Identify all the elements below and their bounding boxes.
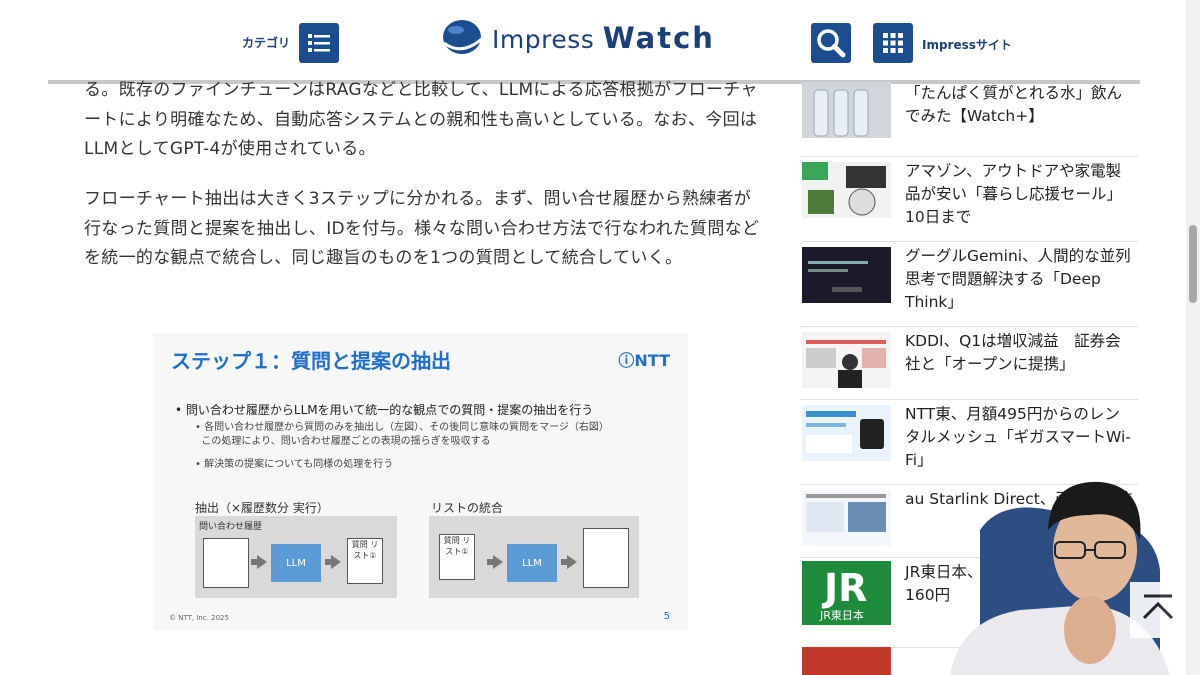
question-list-doc: 質問 リスト① [439,534,475,580]
back-to-top-button[interactable] [1130,582,1186,638]
article-thumbnail [802,405,891,461]
llm-box: LLM [507,544,557,582]
sidebar-article[interactable]: グーグルGemini、人間的な並列思考で問題解決する「Deep Think」 [801,241,1138,327]
arrow-head-icon [567,555,577,569]
arrow-head-icon [257,555,267,569]
article-paragraph-2: フローチャート抽出は大きく3ステップに分かれる。まず、問い合せ履歴から熟練者が行… [84,189,760,268]
slide-footer: © NTT, Inc. 2025 [169,614,229,622]
chevron-up-icon [1142,594,1174,620]
question-list-doc: 質問 リスト① [347,538,383,584]
sidebar-article-title[interactable]: アマゾン、アウトドアや家電製品が安い「暮らし応援セール」 10日まで [905,160,1133,229]
sidebar-article[interactable]: 「たんぱく質がとれる水」飲んでみた【Watch+】 [801,72,1138,157]
presenter-video-overlay [950,481,1170,675]
article-thumbnail [802,247,891,303]
logo-globe-icon [443,20,486,54]
left-panel: 問い合わせ履歴 LLM 質問 リスト① [195,516,397,598]
impress-sites-label[interactable]: Impressサイト [922,36,1012,53]
article-paragraph-1: る。既存のファインチューンはRAGなどと比較して、LLMによる応答根拠がフローチ… [84,80,758,159]
sidebar-article[interactable]: アマゾン、アウトドアや家電製品が安い「暮らし応援セール」 10日まで [801,156,1138,242]
article-slide-image[interactable]: ステップ１：質問と提案の抽出 ⓘNTT • 問い合わせ履歴からLLMを用いて統一… [153,333,688,630]
article-thumbnail [802,490,891,546]
arrow-head-icon [331,555,341,569]
slide-title: ステップ１：質問と提案の抽出 [171,349,451,373]
slide-bullet-sub-1: • 各問い合わせ履歴から質問のみを抽出し（左図）、その後同じ意味の質問をマージ（… [195,422,609,447]
grid-icon [883,33,903,53]
article-thumbnail: JR JR東日本 [802,561,891,625]
article-thumbnail [802,647,891,675]
category-menu-button[interactable] [299,23,339,63]
page-scrollbar[interactable] [1186,0,1200,675]
slide-bullet-sub-2: • 解決策の提案についても同様の処理を行う [195,459,394,470]
right-panel: 質問 リスト① LLM [429,516,639,598]
left-panel-label: 抽出（×履歴数分 実行） [195,501,329,515]
sidebar-article[interactable]: KDDI、Q1は増収減益 証券会社と「オープンに提携」 [801,326,1138,400]
merged-list-doc [583,528,629,588]
slide-brand-logo: ⓘNTT [618,351,670,370]
site-logo[interactable]: Impress Watch [440,16,715,60]
sidebar-article-title[interactable]: 「たんぱく質がとれる水」飲んでみた【Watch+】 [905,82,1133,128]
scrollbar-thumb[interactable] [1189,225,1197,303]
article-thumbnail [802,162,891,218]
sidebar-article-title[interactable]: KDDI、Q1は増収減益 証券会社と「オープンに提携」 [905,330,1133,376]
sidebar-article-title[interactable]: グーグルGemini、人間的な並列思考で問題解決する「Deep Think」 [905,245,1133,314]
list-icon [308,34,330,52]
slide-page-number: 5 [663,611,670,622]
search-button[interactable] [811,23,851,63]
article-thumbnail [802,332,891,388]
arrow-head-icon [493,555,503,569]
thumb-caption: JR東日本 [820,609,864,622]
category-label[interactable]: カテゴリ [242,34,290,51]
right-panel-label: リストの統合 [431,501,504,515]
sidebar-article-title[interactable]: NTT東、月額495円からのレンタルメッシュ「ギガスマートWi-Fi」 [905,403,1133,472]
slide-bullet-main: • 問い合わせ履歴からLLMを用いて統一的な観点での質問・提案の抽出を行う [175,403,594,417]
article-thumbnail [802,82,891,138]
left-panel-caption: 問い合わせ履歴 [199,522,263,532]
llm-box: LLM [271,544,321,582]
search-icon [817,29,846,58]
svg-text:JR: JR [821,566,867,610]
logo-text: Impress Watch [492,21,715,55]
impress-sites-button[interactable] [873,23,913,63]
history-doc-icon [203,538,249,588]
